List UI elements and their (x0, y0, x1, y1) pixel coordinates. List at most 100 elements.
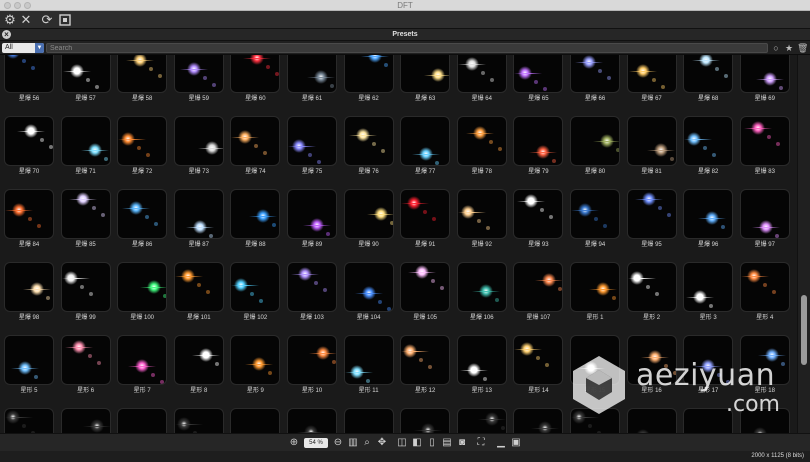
preset-tile[interactable]: 星爆 72 (117, 116, 168, 176)
zoom-in-icon[interactable]: ⊕ (288, 437, 300, 449)
preset-tile[interactable]: 星爆 77 (400, 116, 451, 176)
preset-tile[interactable]: 星爆 80 (570, 116, 620, 176)
preset-label: 星爆 92 (471, 242, 492, 248)
preset-tile[interactable]: 星形 2 (626, 262, 677, 322)
preset-tile[interactable]: 星爆 100 (117, 262, 168, 322)
preset-tile[interactable]: 星爆 86 (117, 189, 168, 249)
preset-tile[interactable]: 星爆 59 (173, 55, 224, 103)
preset-tile[interactable]: 星爆 89 (287, 189, 337, 249)
preset-tile[interactable]: 星爆 66 (570, 55, 620, 103)
preset-tile[interactable]: 星爆 85 (60, 189, 111, 249)
preset-tile[interactable]: 星形 6 (60, 335, 111, 395)
star-icon[interactable]: ★ (784, 43, 794, 53)
preset-tile[interactable] (117, 408, 168, 433)
preset-tile[interactable]: 星爆 73 (173, 116, 224, 176)
preset-tile[interactable]: 星爆 95 (626, 189, 677, 249)
preset-tile[interactable] (400, 408, 451, 433)
preset-tile[interactable]: 星爆 67 (626, 55, 677, 103)
preset-tile[interactable]: 星爆 93 (513, 189, 564, 249)
preset-tile[interactable]: 星爆 74 (230, 116, 281, 176)
compare-icon[interactable]: ◧ (411, 437, 423, 449)
preset-tile[interactable]: 星爆 61 (287, 55, 337, 103)
preset-tile[interactable]: 星形 13 (456, 335, 507, 395)
preset-tile[interactable]: 星爆 98 (4, 262, 54, 322)
preset-tile[interactable] (287, 408, 337, 433)
preset-tile[interactable]: 星形 14 (513, 335, 564, 395)
preset-tile[interactable]: 星爆 56 (4, 55, 54, 103)
preset-tile[interactable]: 星爆 87 (173, 189, 224, 249)
preset-tile[interactable]: 星爆 102 (230, 262, 281, 322)
close-x-icon[interactable]: ✕ (19, 13, 33, 27)
preset-tile[interactable]: 星爆 103 (287, 262, 337, 322)
preset-tile[interactable]: 星爆 68 (683, 55, 734, 103)
preset-tile[interactable]: 星爆 91 (400, 189, 451, 249)
pan-icon[interactable]: ✥ (376, 437, 388, 449)
preset-tile[interactable]: 星形 12 (400, 335, 451, 395)
preset-tile[interactable]: 星爆 69 (739, 55, 790, 103)
histogram-icon[interactable]: ▁ (495, 437, 507, 449)
preset-tile[interactable]: 星形 11 (343, 335, 394, 395)
preset-tile[interactable]: 星形 10 (287, 335, 337, 395)
preset-tile[interactable] (513, 408, 564, 433)
preset-tile[interactable] (4, 408, 54, 433)
preset-tile[interactable]: 星形 4 (739, 262, 790, 322)
preset-tile[interactable]: 星爆 92 (456, 189, 507, 249)
preset-tile[interactable]: 星爆 97 (739, 189, 790, 249)
zoom-level[interactable]: 54 % (304, 438, 328, 448)
split-view-icon[interactable]: ◫ (396, 437, 408, 449)
preset-tile[interactable]: 星形 3 (683, 262, 734, 322)
page-icon[interactable]: ▤ (441, 437, 453, 449)
preset-tile[interactable] (60, 408, 111, 433)
preset-tile[interactable]: 星爆 57 (60, 55, 111, 103)
preset-tile[interactable]: 星爆 88 (230, 189, 281, 249)
preset-tile[interactable]: 星爆 104 (343, 262, 394, 322)
preset-tile[interactable]: 星爆 76 (343, 116, 394, 176)
preset-tile[interactable]: 星形 7 (117, 335, 168, 395)
preset-tile[interactable]: 星爆 70 (4, 116, 54, 176)
preset-tile[interactable]: 星形 1 (570, 262, 620, 322)
preset-tile[interactable]: 星爆 60 (230, 55, 281, 103)
preset-tile[interactable]: 星爆 99 (60, 262, 111, 322)
preset-tile[interactable] (343, 408, 394, 433)
preset-tile[interactable]: 星爆 63 (400, 55, 451, 103)
preset-tile[interactable]: 星爆 90 (343, 189, 394, 249)
preset-tile[interactable]: 星爆 75 (287, 116, 337, 176)
preset-tile[interactable] (173, 408, 224, 433)
fit-view-icon[interactable]: ▥ (347, 437, 359, 449)
preset-tile[interactable]: 星爆 62 (343, 55, 394, 103)
preset-tile[interactable] (230, 408, 281, 433)
preset-tile[interactable] (456, 408, 507, 433)
zoom-out-icon[interactable]: ⊖ (332, 437, 344, 449)
preset-tile[interactable]: 星爆 58 (117, 55, 168, 103)
preset-tile[interactable]: 星形 8 (173, 335, 224, 395)
monitor-icon[interactable]: ▣ (510, 437, 522, 449)
crop-icon[interactable]: ⛶ (475, 437, 487, 449)
preset-tile[interactable]: 星爆 106 (456, 262, 507, 322)
preset-tile[interactable]: 星爆 79 (513, 116, 564, 176)
preset-tile[interactable]: 星爆 65 (513, 55, 564, 103)
preset-tile[interactable]: 星爆 94 (570, 189, 620, 249)
preset-tile[interactable]: 星爆 101 (173, 262, 224, 322)
preset-tile[interactable]: 星爆 107 (513, 262, 564, 322)
preset-tile[interactable]: 星爆 83 (739, 116, 790, 176)
single-view-icon[interactable]: ▯ (426, 437, 438, 449)
category-select[interactable]: All ▼ (2, 43, 44, 53)
refresh-icon[interactable]: ⟳ (40, 13, 54, 27)
preset-tile[interactable]: 星爆 84 (4, 189, 54, 249)
preset-tile[interactable]: 星爆 82 (683, 116, 734, 176)
search-input[interactable] (46, 43, 768, 53)
magnifier-icon[interactable]: ⌕ (361, 437, 373, 449)
preset-tile[interactable]: 星爆 105 (400, 262, 451, 322)
preset-tile[interactable]: 星爆 78 (456, 116, 507, 176)
camera-icon[interactable]: ◙ (456, 437, 468, 449)
gear-icon[interactable]: ⚙ (3, 13, 17, 27)
preset-tile[interactable]: 星爆 71 (60, 116, 111, 176)
preset-tile[interactable]: 星爆 64 (456, 55, 507, 103)
preset-tile[interactable]: 星爆 96 (683, 189, 734, 249)
clear-search-icon[interactable]: ○ (771, 43, 781, 53)
fit-frame-icon[interactable] (58, 13, 72, 27)
preset-tile[interactable]: 星爆 81 (626, 116, 677, 176)
preset-tile[interactable]: 星形 5 (4, 335, 54, 395)
preset-tile[interactable]: 星形 9 (230, 335, 281, 395)
trash-icon[interactable]: 🗑 (797, 43, 808, 53)
